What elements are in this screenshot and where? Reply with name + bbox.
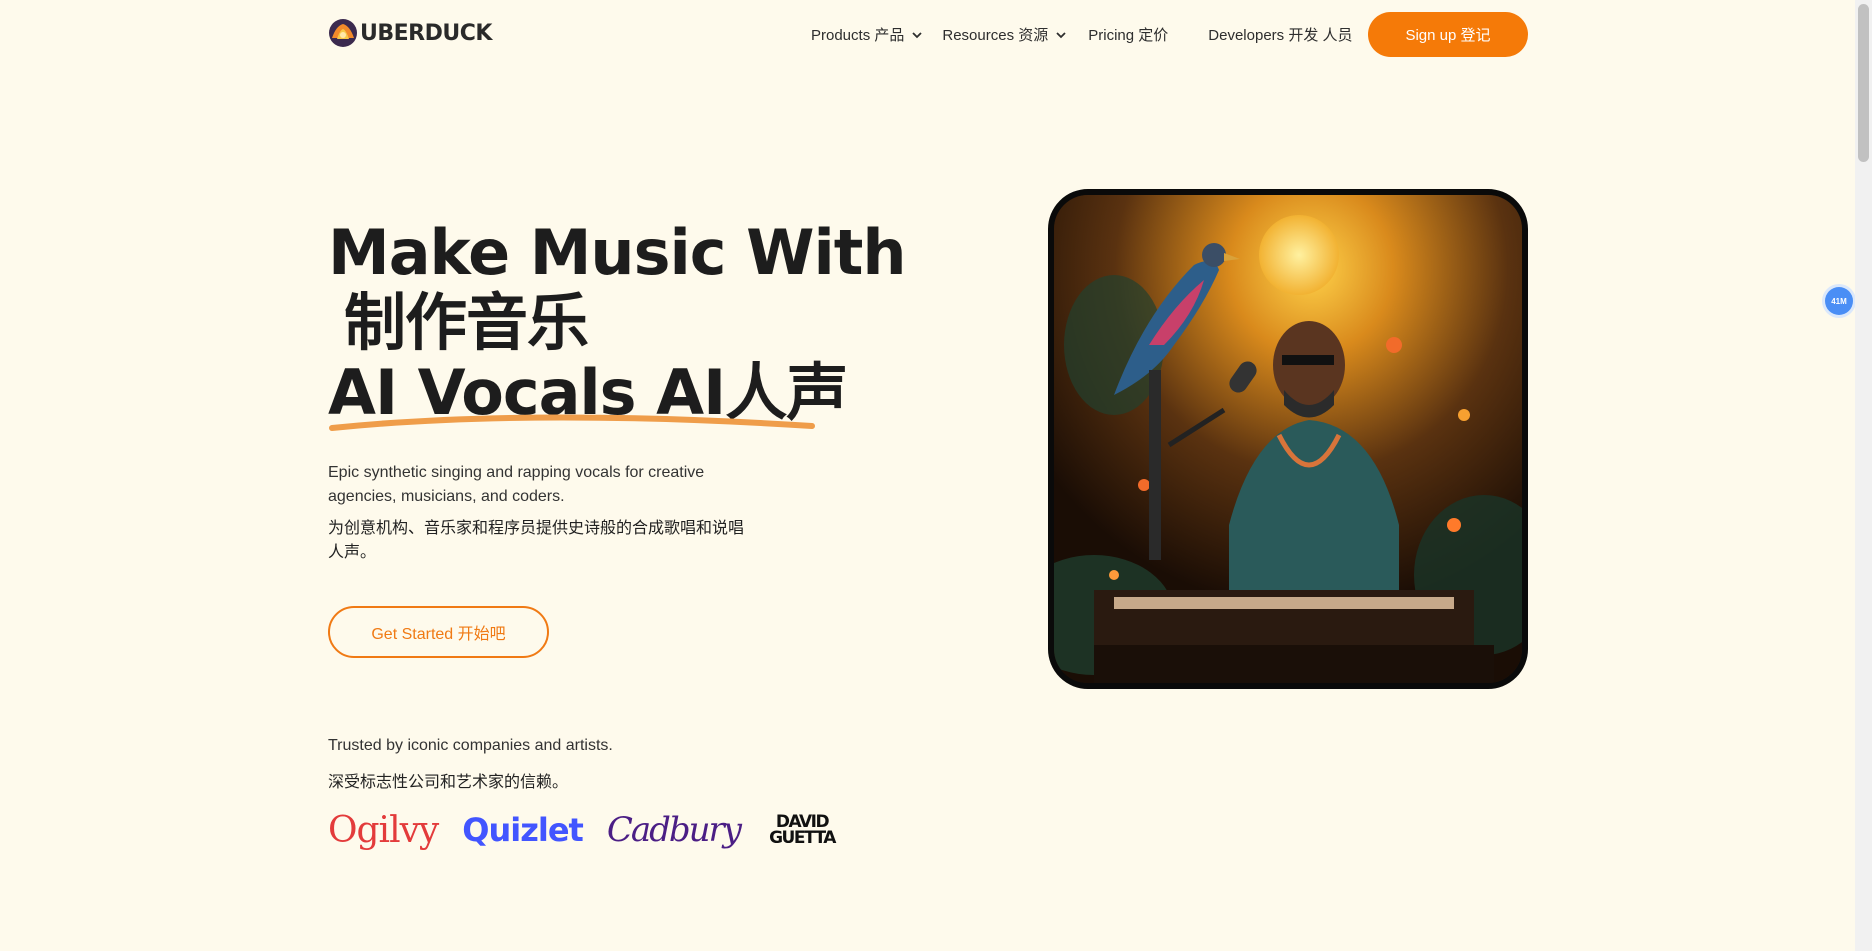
hero-image	[1048, 189, 1528, 689]
signup-button[interactable]: Sign up 登记	[1368, 12, 1528, 57]
singer-with-bird-illustration	[1054, 195, 1522, 683]
trusted-label: Trusted by iconic companies and artists.	[328, 737, 613, 754]
hero-title-line2: 制作音乐	[344, 286, 589, 359]
nav-developers-label: Developers 开发 人员	[1208, 27, 1353, 44]
top-nav: UBERDUCK Products 产品 Resources 资源 Pricin…	[328, 12, 1528, 57]
floating-badge[interactable]: 41M	[1825, 287, 1853, 315]
quizlet-logo: Quizlet	[462, 811, 584, 849]
ogilvy-logo: Ogilvy	[328, 809, 439, 851]
get-started-button[interactable]: Get Started 开始吧	[328, 606, 549, 658]
david-guetta-logo: DAVID GUETTA	[769, 812, 836, 848]
duck-logo-icon	[329, 19, 357, 47]
hero-description-zh: 为创意机构、音乐家和程序员提供史诗般的合成歌唱和说唱人声。	[328, 520, 745, 561]
brand-logos: Ogilvy Quizlet Cadbury DAVID GUETTA	[328, 806, 864, 854]
logo-text: UBERDUCK	[360, 20, 492, 46]
nav-pricing-label: Pricing 定价	[1088, 27, 1169, 44]
nav-products[interactable]: Products 产品	[811, 24, 923, 45]
hero-title: Make Music With 制作音乐 AI Vocals AI人声	[328, 216, 906, 428]
cadbury-logo: Cadbury	[606, 810, 742, 850]
trusted-label-zh: 深受标志性公司和艺术家的信赖。	[328, 774, 569, 791]
scrollbar-thumb[interactable]	[1858, 4, 1869, 162]
chevron-down-icon	[1056, 31, 1066, 38]
scrollbar[interactable]	[1855, 0, 1872, 951]
nav-resources-label: Resources 资源	[942, 27, 1049, 44]
nav-products-label: Products 产品	[811, 27, 905, 44]
chevron-down-icon	[912, 31, 923, 38]
nav-resources[interactable]: Resources 资源	[942, 24, 1066, 45]
logo[interactable]: UBERDUCK	[328, 18, 492, 48]
title-underline-decoration	[329, 414, 815, 431]
nav-pricing[interactable]: Pricing 定价	[1088, 24, 1168, 45]
hero-title-line1: Make Music With	[328, 216, 906, 289]
nav-developers[interactable]: Developers 开发 人员	[1208, 24, 1352, 45]
nav-links: Products 产品 Resources 资源 Pricing 定价 Deve…	[811, 12, 1353, 57]
hero-description: Epic synthetic singing and rapping vocal…	[328, 464, 705, 505]
